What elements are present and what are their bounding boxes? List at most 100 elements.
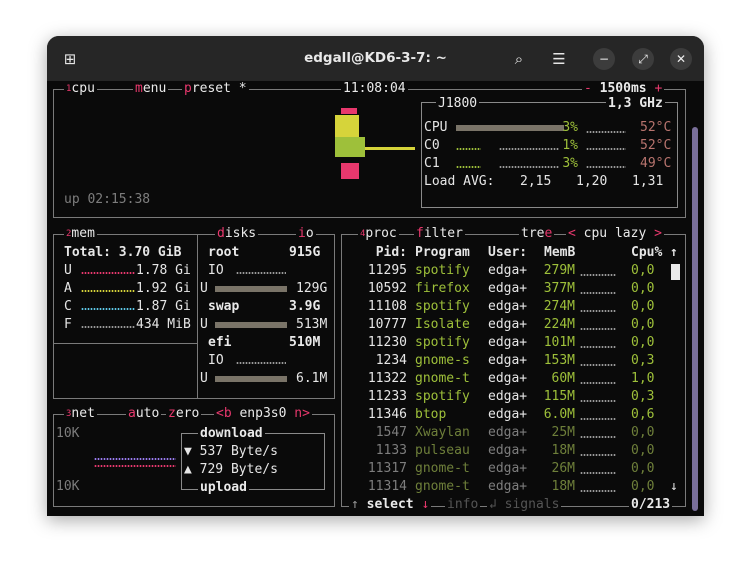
proc-program: firefox [415,281,470,296]
cpu-preset[interactable]: preset * [182,81,249,97]
info-button[interactable]: info [445,497,481,513]
proc-pid: 11314 [367,479,407,494]
terminal-window: ⊞ edgall@KD6-3-7: ~ ⌕ ☰ − ⤢ ✕ 1cpu menu … [47,36,704,516]
header-user[interactable]: User: [488,245,527,261]
core-temp-graph [586,148,626,150]
proc-pid: 10592 [367,281,407,296]
core-percent: 1% [562,138,578,153]
net-scale-bottom: 10K [56,479,80,494]
disks-tab[interactable]: disks [215,226,259,242]
proc-pid: 1234 [375,353,407,368]
proc-cpu-graph [580,310,616,312]
disk-used-bar [215,322,287,328]
header-sort-arrow: ↑ [670,245,678,260]
net-zero[interactable]: zero [166,406,202,422]
proc-cpu: 0,0 [631,263,655,278]
proc-program: Xwaylan [415,425,470,440]
upload-label: upload [198,480,249,496]
select-control[interactable]: ↑ select ↓ [349,497,432,513]
proc-pid: 10777 [367,317,407,332]
disk-used-bar [215,376,287,382]
core-percent: 3% [562,156,578,171]
net-download-graph [94,458,176,460]
proc-mem: 6.0M [543,407,575,422]
proc-filter[interactable]: filter [414,226,465,242]
proc-sort[interactable]: < cpu lazy > [566,226,664,242]
mem-used-value: 1.78 Gi [136,263,191,278]
proc-pid: 11108 [367,299,407,314]
proc-program: spotify [415,263,470,278]
proc-count: 0/213 [629,497,673,513]
io-toggle[interactable]: io [296,226,316,242]
proc-cpu-graph [580,418,616,420]
menu-icon[interactable]: ☰ [548,48,570,70]
proc-user: edga+ [488,371,528,386]
header-cpu[interactable]: Cpu% [631,245,662,261]
proc-mem: 153M [543,353,575,368]
search-icon[interactable]: ⌕ [508,48,530,70]
download-label: download [198,426,265,442]
core-name: CPU [424,120,448,135]
proc-program: gnome-t [415,371,470,386]
proc-scroll-thumb[interactable] [671,264,680,280]
mem-cached-key: C [64,299,72,314]
disk-size: 510M [287,335,323,351]
cpu-frequency: 1,3 GHz [606,96,665,112]
header-program[interactable]: Program [415,245,470,261]
proc-cpu-graph [580,382,616,384]
disk-used: 6.1M [296,371,328,386]
minimize-icon[interactable]: − [593,48,615,70]
net-tab[interactable]: 3net [64,406,97,422]
mem-total: Total: 3.70 GiB [64,245,182,260]
close-icon[interactable]: ✕ [670,48,692,70]
cpu-graph [335,108,415,179]
proc-cpu-graph [580,328,616,330]
proc-cpu-graph [580,454,616,456]
terminal-scrollbar[interactable] [692,127,698,511]
mem-avail-bar [81,290,135,292]
proc-program: spotify [415,389,470,404]
proc-tree[interactable]: tree [519,226,555,242]
load-avg-5: 1,20 [576,174,608,189]
proc-cpu: 0,0 [631,335,655,350]
core-temp: 52°C [640,138,672,153]
header-mem[interactable]: MemB [544,245,575,261]
header-pid[interactable]: Pid: [349,245,407,261]
core-temp: 52°C [640,120,672,135]
mem-cached-value: 1.87 Gi [136,299,191,314]
disk-name: swap [206,299,242,315]
disk-size: 915G [287,245,323,261]
terminal-area[interactable]: 1cpu menu preset * 11:08:04 - 1500ms + u… [47,81,704,516]
proc-scroll-down[interactable]: ↓ [670,479,678,495]
proc-mem: 26M [551,461,575,476]
proc-tab[interactable]: 4proc [358,226,399,242]
proc-mem: 224M [543,317,575,332]
proc-program: btop [415,407,447,422]
proc-cpu-graph [580,436,616,438]
net-auto[interactable]: auto [126,406,162,422]
cpu-graph-bottom [341,163,359,179]
mem-used-bar [81,272,135,274]
cpu-menu[interactable]: menu [133,81,169,97]
maximize-icon[interactable]: ⤢ [632,48,654,70]
proc-cpu: 0,0 [631,443,655,458]
signals-button[interactable]: ↲ signals [487,497,562,513]
update-interval[interactable]: - 1500ms + [582,81,665,97]
proc-user: edga+ [488,389,528,404]
mem-tab[interactable]: 2mem [64,226,97,242]
proc-cpu-graph [580,472,616,474]
proc-pid: 11230 [367,335,407,350]
mem-divider [54,343,198,344]
proc-user: edga+ [488,335,528,350]
title-bar: ⊞ edgall@KD6-3-7: ~ ⌕ ☰ − ⤢ ✕ [47,36,704,81]
proc-pid: 11317 [367,461,407,476]
proc-cpu: 0,0 [631,425,655,440]
net-iface-select[interactable]: <b enp3s0 n> [214,406,312,422]
proc-program: gnome-t [415,461,470,476]
cpu-tab[interactable]: 1cpu [64,81,97,97]
load-avg-label: Load AVG: [424,174,495,189]
proc-mem: 18M [551,479,575,494]
proc-user: edga+ [488,407,528,422]
proc-mem: 25M [551,425,575,440]
proc-mem: 377M [543,281,575,296]
